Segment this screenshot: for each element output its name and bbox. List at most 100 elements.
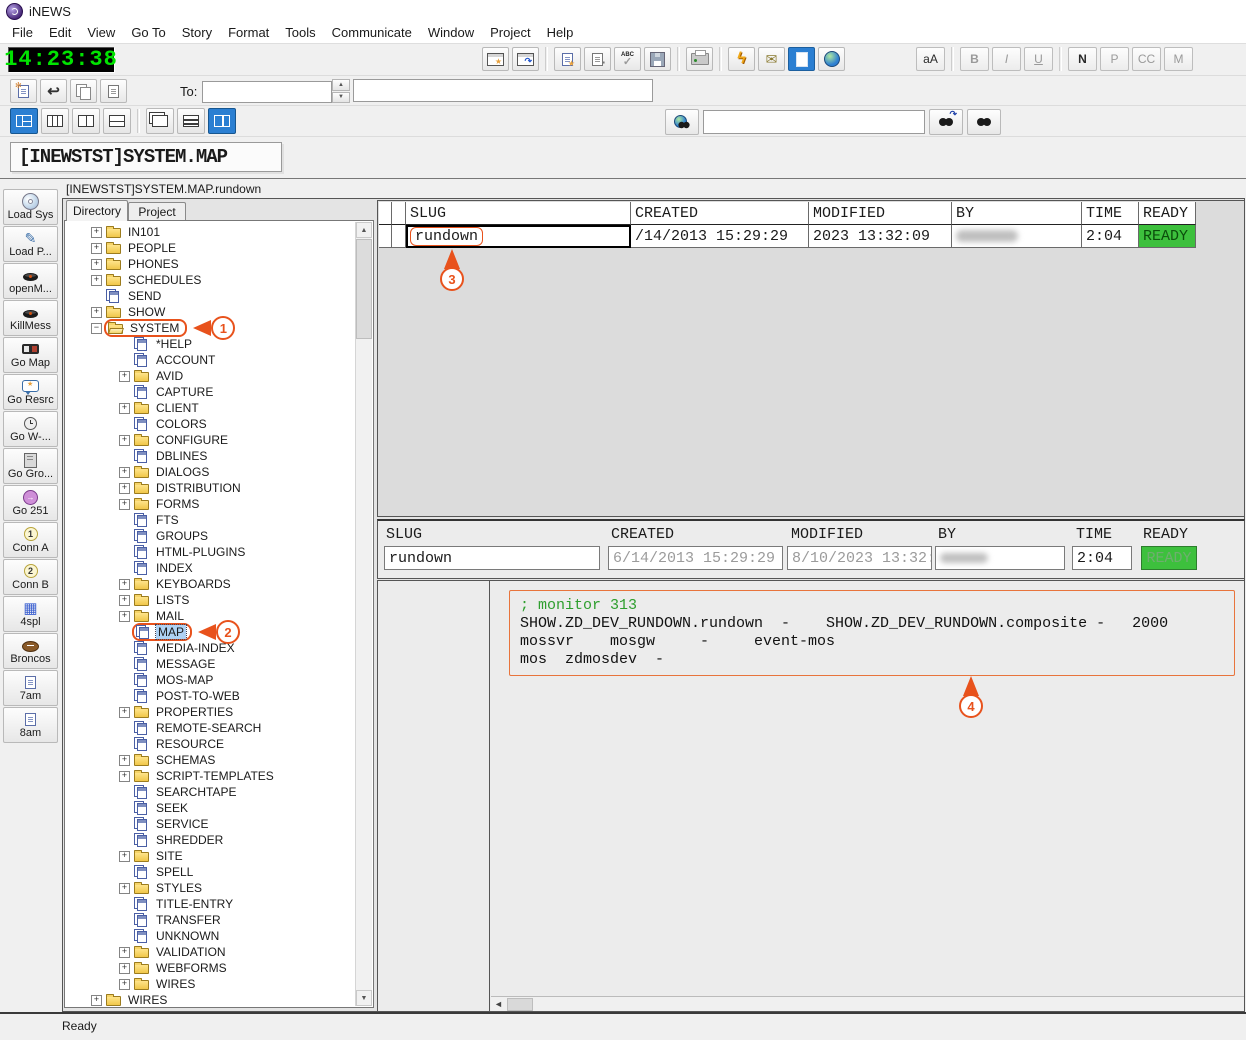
tree-item-seek[interactable]: SEEK (65, 800, 356, 816)
to-field[interactable] (202, 81, 332, 103)
menu-view[interactable]: View (79, 23, 123, 42)
tree-item-configure[interactable]: +CONFIGURE (65, 432, 356, 448)
tree-item-index[interactable]: INDEX (65, 560, 356, 576)
expand-toggle-icon[interactable]: + (119, 371, 130, 382)
tree-item-show[interactable]: +SHOW (65, 304, 356, 320)
menu-window[interactable]: Window (420, 23, 482, 42)
tree-item-transfer[interactable]: TRANSFER (65, 912, 356, 928)
rail-button-go-resrc[interactable]: Go Resrc (3, 374, 58, 410)
spinner-up-icon[interactable]: ▲ (332, 79, 350, 91)
column-header-by[interactable]: BY (952, 202, 1082, 225)
format-p-button[interactable]: P (1100, 47, 1129, 71)
menu-communicate[interactable]: Communicate (324, 23, 420, 42)
expand-toggle-icon[interactable]: + (119, 979, 130, 990)
search-scope-button[interactable] (665, 109, 699, 135)
expand-toggle-icon[interactable]: + (119, 883, 130, 894)
cell-ready[interactable]: READY (1139, 225, 1196, 248)
rail-button-go-gro-[interactable]: Go Gro... (3, 448, 58, 484)
expand-toggle-icon[interactable]: + (119, 579, 130, 590)
tree-item-service[interactable]: SERVICE (65, 816, 356, 832)
expand-toggle-icon[interactable]: + (91, 275, 102, 286)
new-story-button[interactable]: ✻ (10, 79, 37, 103)
spinner-down-icon[interactable]: ▼ (332, 92, 350, 104)
scrollbar-thumb[interactable] (356, 239, 372, 339)
tree-item-in101[interactable]: +IN101 (65, 224, 356, 240)
tab-directory[interactable]: Directory (66, 200, 128, 221)
column-header-created[interactable]: CREATED (631, 202, 809, 225)
layout-3col-button[interactable] (41, 108, 69, 134)
expand-toggle-icon[interactable]: + (119, 595, 130, 606)
detail-slug-field[interactable]: rundown (384, 546, 600, 570)
format-aa-button[interactable]: aA (916, 47, 945, 71)
menu-format[interactable]: Format (220, 23, 277, 42)
expand-toggle-icon[interactable]: + (119, 851, 130, 862)
preferences-window-button[interactable] (482, 47, 509, 71)
rail-button-killmess[interactable]: KillMess (3, 300, 58, 336)
tree-item-fts[interactable]: FTS (65, 512, 356, 528)
detail-ready-badge[interactable]: READY (1141, 546, 1197, 570)
column-header-time[interactable]: TIME (1082, 202, 1139, 225)
menu-go-to[interactable]: Go To (123, 23, 173, 42)
rail-button-4spl[interactable]: ▦4spl (3, 596, 58, 632)
open-window-button[interactable] (512, 47, 539, 71)
menu-edit[interactable]: Edit (41, 23, 79, 42)
tree-item-forms[interactable]: +FORMS (65, 496, 356, 512)
format-n-button[interactable]: N (1068, 47, 1097, 71)
scrollbar-thumb[interactable] (507, 998, 533, 1011)
rail-button-conn-a[interactable]: 1Conn A (3, 522, 58, 558)
rail-button-7am[interactable]: 7am (3, 670, 58, 706)
insert-story-button[interactable] (100, 79, 127, 103)
rail-button-conn-b[interactable]: 2Conn B (3, 559, 58, 595)
tree-scrollbar[interactable]: ▲ ▼ (355, 222, 372, 1006)
tree-item-resource[interactable]: RESOURCE (65, 736, 356, 752)
row-select-cell[interactable] (379, 225, 392, 248)
tree-item-system[interactable]: −SYSTEM1 (65, 320, 356, 336)
tree-item-schemas[interactable]: +SCHEMAS (65, 752, 356, 768)
cell-modified[interactable]: 2023 13:32:09 (809, 225, 952, 248)
menu-story[interactable]: Story (174, 23, 220, 42)
expand-toggle-icon[interactable]: + (91, 307, 102, 318)
tree-item-people[interactable]: +PEOPLE (65, 240, 356, 256)
layout-2col-button[interactable] (72, 108, 100, 134)
format-m-button[interactable]: M (1164, 47, 1193, 71)
find-next-button[interactable]: ↷ (929, 109, 963, 135)
search-input[interactable] (703, 110, 925, 134)
spellcheck-button[interactable]: ABC✓ (614, 47, 641, 71)
cell-slug[interactable]: rundown (406, 225, 631, 248)
expand-toggle-icon[interactable]: + (119, 947, 130, 958)
expand-toggle-icon[interactable]: + (119, 963, 130, 974)
format-b-button[interactable]: B (960, 47, 989, 71)
format-cc-button[interactable]: CC (1132, 47, 1161, 71)
expand-toggle-icon[interactable]: + (119, 435, 130, 446)
scroll-down-icon[interactable]: ▼ (356, 990, 372, 1006)
layout-cascade-button[interactable] (146, 108, 174, 134)
expand-toggle-icon[interactable]: + (119, 403, 130, 414)
rail-button-broncos[interactable]: Broncos (3, 633, 58, 669)
rail-button-load-p-[interactable]: ✎Load P... (3, 226, 58, 262)
format-u-button[interactable]: U (1024, 47, 1053, 71)
expand-toggle-icon[interactable]: + (119, 611, 130, 622)
tree-item-title-entry[interactable]: TITLE-ENTRY (65, 896, 356, 912)
tree-item-wires[interactable]: +WIRES (65, 992, 356, 1008)
tree-item-styles[interactable]: +STYLES (65, 880, 356, 896)
tree-item-media-index[interactable]: MEDIA-INDEX (65, 640, 356, 656)
expand-toggle-icon[interactable]: + (119, 707, 130, 718)
story-lock-button[interactable]: ▪ (584, 47, 611, 71)
menu-tools[interactable]: Tools (277, 23, 323, 42)
layout-stack-button[interactable] (177, 108, 205, 134)
expand-toggle-icon[interactable]: + (91, 243, 102, 254)
tree-item-send[interactable]: SEND (65, 288, 356, 304)
expand-toggle-icon[interactable]: + (91, 259, 102, 270)
cell-by[interactable] (952, 225, 1082, 248)
tree-item--help[interactable]: *HELP (65, 336, 356, 352)
expand-toggle-icon[interactable]: + (119, 499, 130, 510)
expand-toggle-icon[interactable]: + (91, 227, 102, 238)
column-header-modified[interactable]: MODIFIED (809, 202, 952, 225)
tree-item-keyboards[interactable]: +KEYBOARDS (65, 576, 356, 592)
row-marker-cell[interactable] (392, 225, 406, 248)
cell-created[interactable]: /14/2013 15:29:29 (631, 225, 809, 248)
tree-item-post-to-web[interactable]: POST-TO-WEB (65, 688, 356, 704)
mos-lightning-button[interactable]: ϟ (728, 47, 755, 71)
tree-item-account[interactable]: ACCOUNT (65, 352, 356, 368)
tree-item-schedules[interactable]: +SCHEDULES (65, 272, 356, 288)
